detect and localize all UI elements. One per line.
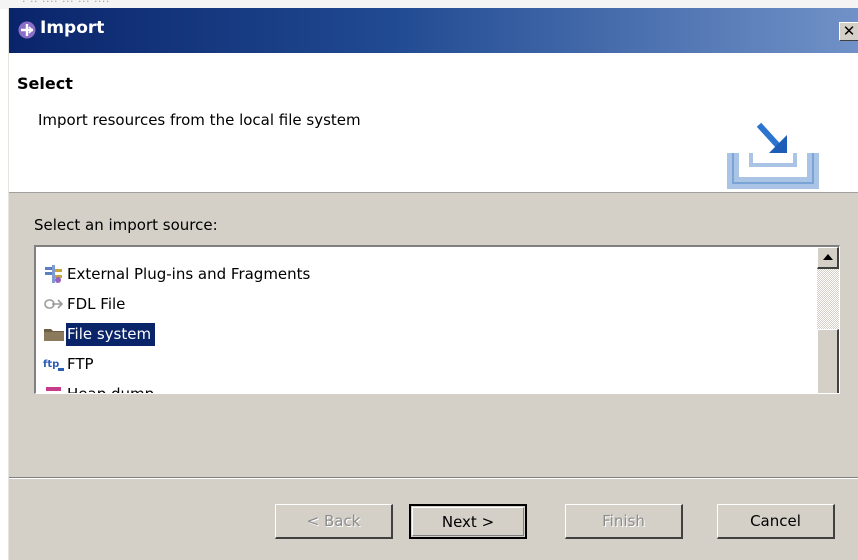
vertical-scrollbar[interactable] [817, 247, 839, 393]
list-item-label: FDL File [67, 294, 126, 313]
list-item[interactable]: FDL File [42, 290, 129, 318]
wizard-header: Select Import resources from the local f… [9, 53, 858, 193]
title-bar[interactable]: Import ✕ [9, 8, 858, 53]
close-button[interactable]: ✕ [839, 22, 858, 41]
heap-dump-icon [42, 382, 66, 393]
scroll-up-button[interactable] [817, 247, 839, 269]
link-arrow-icon [42, 292, 66, 316]
list-item[interactable]: External Plug-ins and Fragments [42, 260, 314, 288]
scroll-thumb[interactable] [817, 329, 839, 393]
list-item-label: File system [66, 322, 156, 346]
import-wizard-icon [727, 122, 819, 189]
import-wizard-title-icon [18, 21, 36, 39]
list-item-label: External Plug-ins and Fragments [67, 264, 311, 283]
plugin-icon [42, 262, 66, 286]
back-button[interactable]: < Back [275, 504, 393, 539]
finish-button[interactable]: Finish [565, 504, 683, 539]
list-item[interactable]: ftp FTP [42, 350, 98, 378]
import-source-label: Select an import source: [34, 216, 218, 234]
next-button[interactable]: Next > [409, 504, 527, 539]
ftp-icon: ftp [42, 352, 66, 376]
page-description: Import resources from the local file sys… [38, 111, 361, 129]
folder-icon [42, 322, 66, 346]
window-title: Import [40, 18, 105, 38]
list-item-label: FTP [67, 354, 94, 373]
cancel-button[interactable]: Cancel [717, 504, 835, 539]
import-source-list-viewport: External Plug-ins and Fragments FDL File [36, 247, 818, 394]
import-dialog: Import ✕ Select Import resources from th… [8, 8, 858, 560]
list-item-label: Heap dump [67, 384, 155, 394]
button-bar-divider [9, 477, 858, 479]
list-item[interactable]: File system [42, 320, 156, 348]
page-title: Select [17, 74, 73, 93]
svg-text:ftp: ftp [43, 359, 59, 370]
list-item[interactable]: Heap dump [42, 380, 158, 394]
import-source-list[interactable]: External Plug-ins and Fragments FDL File [34, 245, 840, 394]
